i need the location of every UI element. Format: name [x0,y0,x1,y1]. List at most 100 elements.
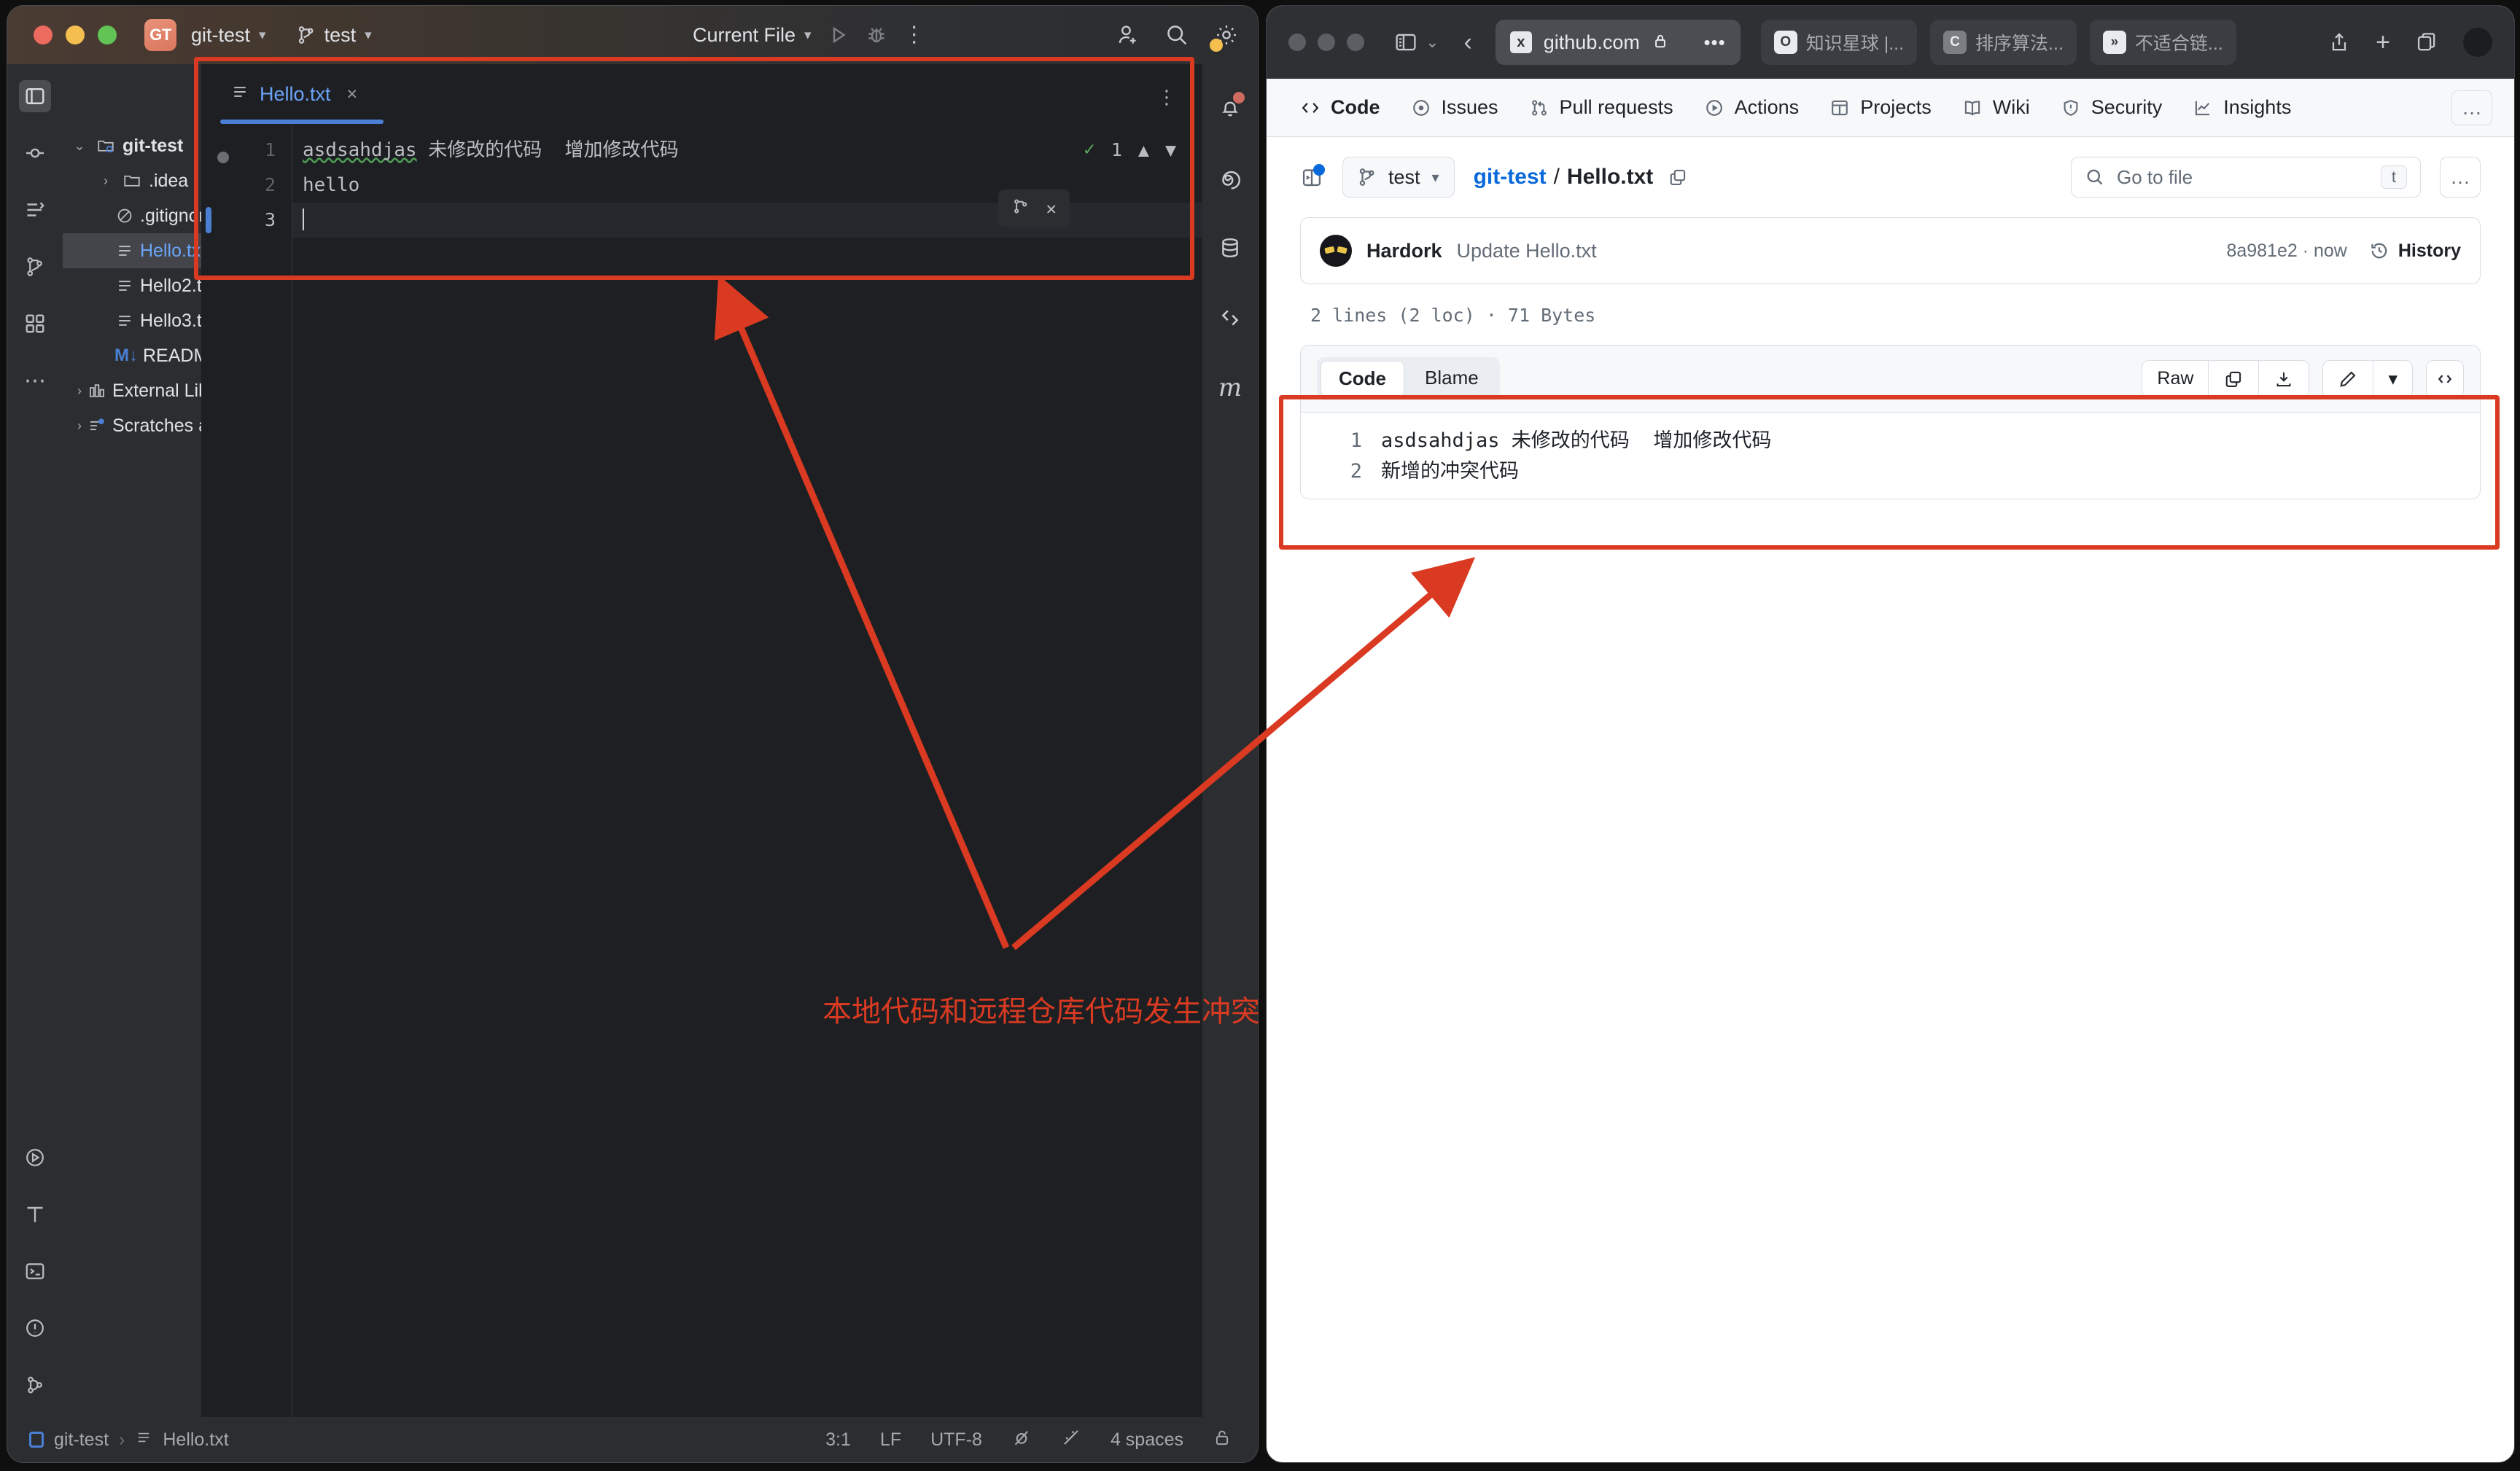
gradle-icon[interactable] [1214,302,1246,334]
magic-off-icon[interactable] [1061,1427,1081,1453]
commit-tool-icon[interactable] [19,137,51,169]
editor-text[interactable]: asdsahdjas 未修改的代码 增加修改代码 hello ✓ 1 ▲ ▼ [292,124,1202,1417]
copy-path-icon[interactable] [1668,167,1688,187]
file-more-options-button[interactable]: … [2440,157,2481,198]
editor-tab-hello-txt[interactable]: Hello.txt × [220,64,368,124]
project-tree[interactable]: ⌄ git-test › .idea [63,64,201,1417]
editor-tab-options-icon[interactable]: ⋮ [1157,86,1176,109]
gh-nav-actions[interactable]: Actions [1704,96,1800,119]
tabs-icon[interactable] [2415,31,2438,54]
chevron-up-icon[interactable]: ▲ [1138,139,1149,160]
inspection-widget[interactable]: ✓ 1 ▲ ▼ [1084,138,1176,160]
tree-item-external-libraries[interactable]: › External Libraries [63,373,201,408]
todo-tool-icon[interactable] [19,1198,51,1230]
code-card-body[interactable]: 1 asdsahdjas 未修改的代码 增加修改代码 2 新增的冲突代码 [1301,413,2480,499]
gh-line-number[interactable]: 1 [1301,426,1381,456]
run-tool-icon[interactable] [19,1142,51,1174]
go-to-file-search[interactable]: Go to file t [2071,157,2421,198]
minimize-window-button[interactable] [66,26,85,44]
tree-item-hello-txt[interactable]: Hello.txt [63,233,201,268]
raw-button[interactable]: Raw [2142,361,2209,397]
chevron-down-icon[interactable]: ▼ [1165,139,1176,160]
close-icon[interactable]: × [347,84,358,105]
gh-nav-wiki[interactable]: Wiki [1962,96,2030,119]
close-icon[interactable]: ✕ [1046,198,1057,219]
line-separator[interactable]: LF [880,1429,901,1451]
zoom-window-button[interactable] [98,26,117,44]
browser-tab-2[interactable]: C 排序算法... [1930,20,2077,65]
close-window-button[interactable] [34,26,52,44]
problems-tool-icon[interactable] [19,1312,51,1344]
history-link[interactable]: History [2369,241,2461,262]
chevron-right-icon[interactable]: › [77,418,82,434]
download-icon[interactable] [2259,361,2309,397]
tree-item-readme-md[interactable]: M↓ README.md [63,338,201,373]
maven-icon[interactable]: m [1214,372,1246,404]
gh-nav-security[interactable]: Security [2061,96,2163,119]
gh-nav-insights[interactable]: Insights [2193,96,2291,119]
gh-nav-issues[interactable]: Issues [1411,96,1498,119]
browser-traffic-lights[interactable] [1288,34,1364,51]
file-encoding[interactable]: UTF-8 [930,1429,982,1451]
gh-nav-code[interactable]: Code [1300,96,1380,119]
version-control-tool-icon[interactable] [19,1369,51,1401]
gear-icon[interactable] [1214,23,1239,47]
branch-selector-button[interactable]: test ▾ [1342,157,1455,198]
code-blame-toggle[interactable]: Code Blame [1317,357,1500,400]
minimize-window-button[interactable] [1318,34,1335,51]
sidebar-icon[interactable] [1393,30,1418,55]
code-brackets-icon[interactable] [2426,360,2464,398]
chevron-down-icon[interactable]: ⌄ [70,138,89,154]
ai-assistant-icon[interactable] [1214,162,1246,194]
tree-item-hello3-txt[interactable]: Hello3.txt [63,303,201,338]
more-vertical-icon[interactable]: ⋮ [903,28,925,42]
chevron-right-icon[interactable]: › [96,173,115,189]
gh-nav-more-button[interactable]: … [2451,90,2492,125]
lock-open-icon[interactable] [1213,1427,1232,1453]
gh-line-number[interactable]: 2 [1301,456,1381,487]
debug-icon[interactable] [866,24,887,46]
indent-setting[interactable]: 4 spaces [1111,1429,1183,1451]
tree-item-hello2-txt[interactable]: Hello2.txt [63,268,201,303]
editor-gutter[interactable]: 1 2 3 [201,124,292,1417]
code-editor[interactable]: 1 2 3 asdsahdjas 未修改的代码 增加修改代码 hello ✓ 1 [201,124,1202,1417]
gh-nav-projects[interactable]: Projects [1829,96,1932,119]
tree-item-scratches[interactable]: › Scratches and Consoles [63,408,201,443]
share-icon[interactable] [2328,31,2351,54]
copy-icon[interactable] [2209,361,2259,397]
chevron-down-icon[interactable]: ⌄ [1426,33,1439,52]
tree-item-gitignore[interactable]: .gitignore [63,198,201,233]
raw-copy-download-group[interactable]: Raw [2142,360,2309,398]
add-user-icon[interactable] [1115,23,1140,47]
notifications-icon[interactable] [1214,92,1246,124]
commit-author[interactable]: Hardork [1366,240,1442,262]
vcs-annotate-icon[interactable] [1011,197,1030,220]
browser-tab-3[interactable]: » 不适合链... [2090,20,2236,65]
tree-item-idea[interactable]: › .idea [63,163,201,198]
commit-message[interactable]: Update Hello.txt [1457,240,1597,262]
file-tree-toggle-icon[interactable] [1300,165,1323,189]
project-selector[interactable]: git-test ▾ [191,6,266,64]
close-window-button[interactable] [1288,34,1306,51]
edit-group[interactable]: ▾ [2322,360,2413,398]
project-tool-icon[interactable] [19,80,51,112]
structure-tool-icon[interactable] [19,308,51,340]
github-repo-nav[interactable]: Code Issues Pull requests [1267,79,2514,137]
git-tool-icon[interactable] [19,251,51,283]
edit-dropdown-chevron[interactable]: ▾ [2373,361,2412,397]
run-icon[interactable] [828,24,849,46]
tree-item-git-test[interactable]: ⌄ git-test [63,128,201,163]
run-configuration-selector[interactable]: Current File ▾ [693,6,812,64]
branch-selector[interactable]: test ▾ [297,6,372,64]
database-icon[interactable] [1214,232,1246,264]
terminal-tool-icon[interactable] [19,1255,51,1287]
tab-code[interactable]: Code [1321,361,1404,397]
status-breadcrumb-file[interactable]: Hello.txt [163,1429,228,1451]
gh-nav-pull-requests[interactable]: Pull requests [1529,96,1673,119]
status-breadcrumb-project[interactable]: git-test [54,1429,109,1451]
inspections-off-icon[interactable] [1011,1427,1032,1453]
pull-requests-tool-icon[interactable] [19,194,51,226]
tab-blame[interactable]: Blame [1407,361,1496,397]
caret-position[interactable]: 3:1 [825,1429,851,1451]
zoom-window-button[interactable] [1347,34,1364,51]
